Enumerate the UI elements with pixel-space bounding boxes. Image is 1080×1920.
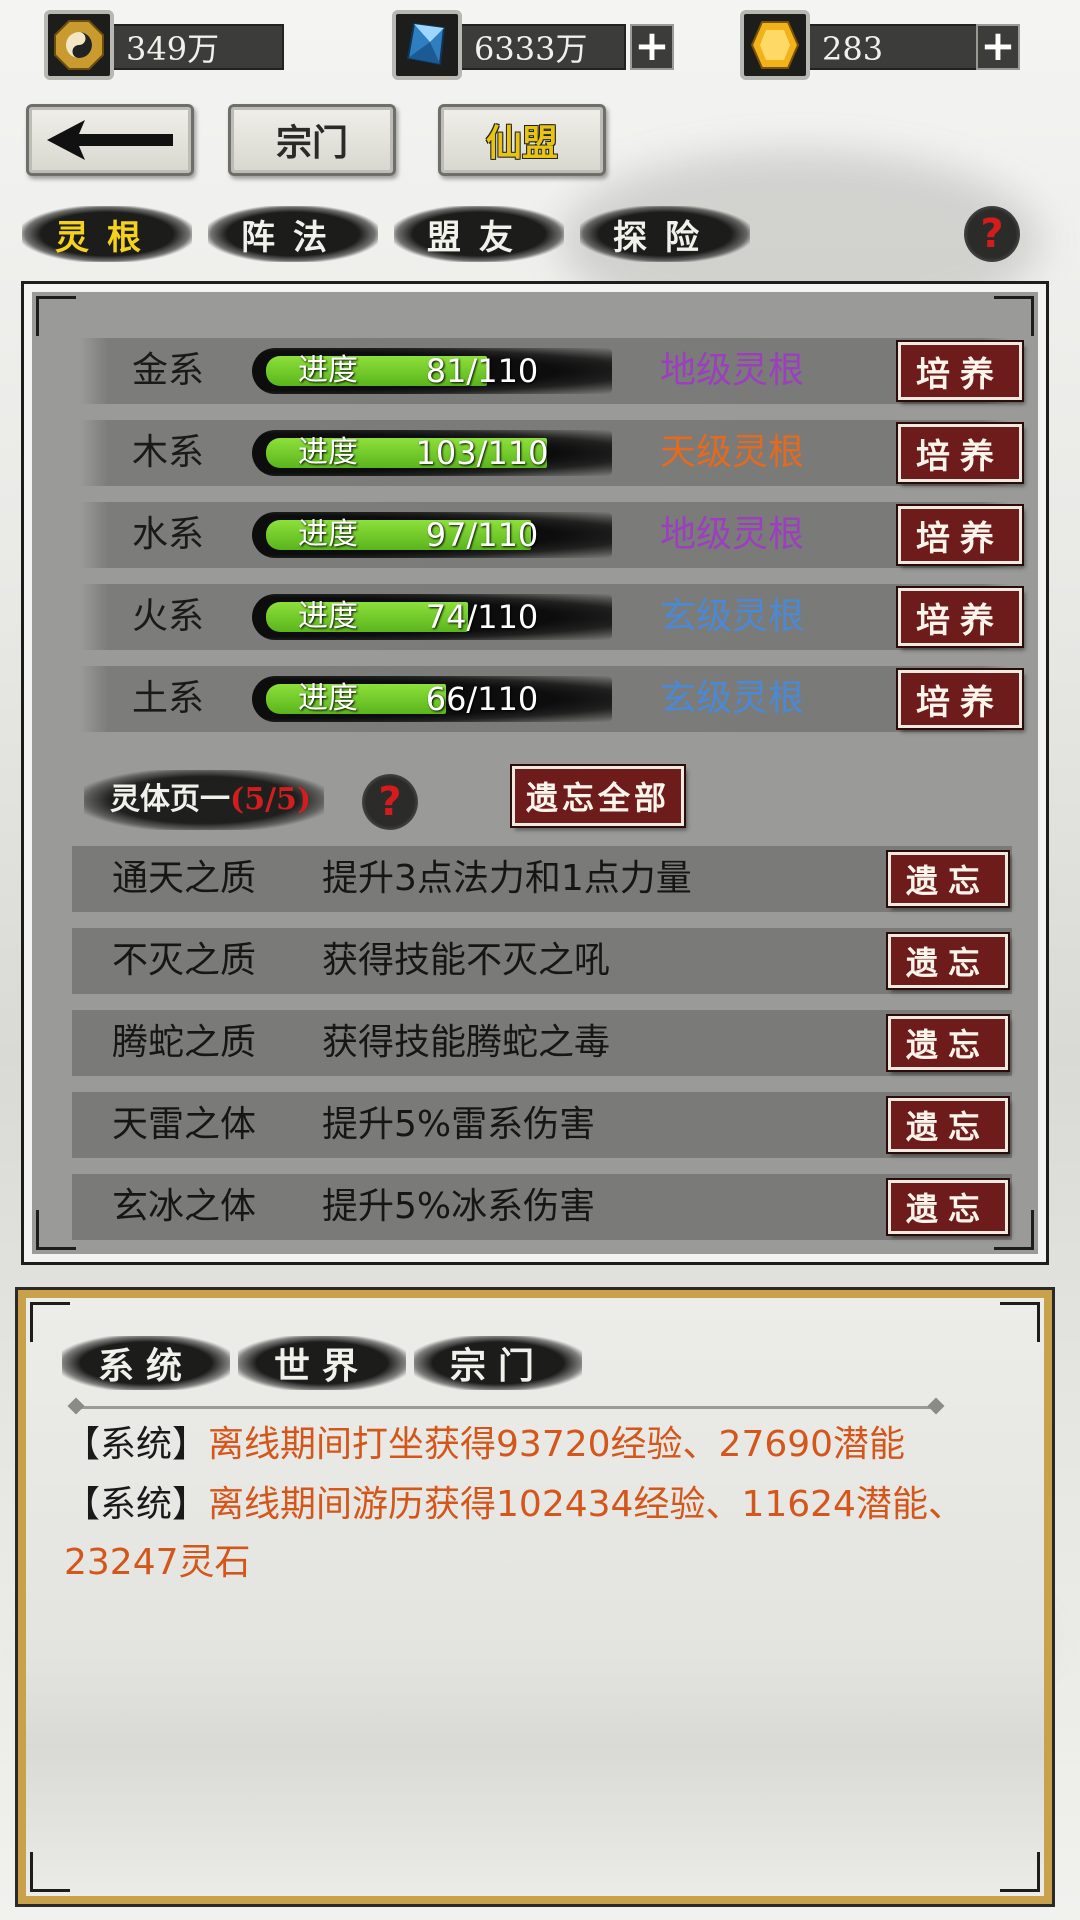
trait-name: 玄冰之体 <box>112 1186 257 1227</box>
tab-system[interactable]: 系统 <box>62 1336 230 1390</box>
cultivate-button[interactable]: 培养 <box>896 340 1024 402</box>
corner-ornament <box>36 296 76 336</box>
spirit-body-title: 灵体页一(5/5) <box>84 770 324 830</box>
corner-ornament <box>1000 1852 1040 1892</box>
tab-allies[interactable]: 盟友 <box>394 206 564 262</box>
spirit-body-count: (5/5) <box>230 782 312 817</box>
corner-ornament <box>36 1210 76 1250</box>
progress-label: 进度 <box>298 681 358 716</box>
trait-desc: 提升5%雷系伤害 <box>322 1104 596 1145</box>
root-progress-bar: 进度 66/110 <box>252 676 612 722</box>
root-grade: 地级灵根 <box>660 514 805 555</box>
tab-sect-chat[interactable]: 宗门 <box>414 1336 582 1390</box>
blue-crystal-icon <box>392 10 462 80</box>
trait-desc: 提升5%冰系伤害 <box>322 1186 596 1227</box>
spirit-root-row-metal: 金系 进度 81/110 地级灵根 培养 <box>80 338 1024 404</box>
spirit-body-page: 灵体页一 <box>110 782 230 817</box>
trait-row: 不灭之质 获得技能不灭之吼 遗忘 <box>72 928 1012 994</box>
root-grade: 玄级灵根 <box>660 596 805 637</box>
progress-value: 81/110 <box>425 352 539 390</box>
root-progress-bar: 进度 74/110 <box>252 594 612 640</box>
message-tag: 【系统】 <box>64 1424 209 1465</box>
tab-formation[interactable]: 阵法 <box>208 206 378 262</box>
resource-crystals: 6333万 + <box>392 10 674 80</box>
root-grade: 天级灵根 <box>660 432 805 473</box>
cultivate-button[interactable]: 培养 <box>896 422 1024 484</box>
cultivate-button[interactable]: 培养 <box>896 586 1024 648</box>
spirit-root-row-fire: 火系 进度 74/110 玄级灵根 培养 <box>80 584 1024 650</box>
root-progress-bar: 进度 97/110 <box>252 512 612 558</box>
chat-panel: 系统 世界 宗门 【系统】离线期间打坐获得93720经验、27690潜能 【系统… <box>15 1287 1055 1907</box>
tab-explore[interactable]: 探险 <box>580 206 750 262</box>
chat-divider <box>76 1406 936 1409</box>
trait-row: 玄冰之体 提升5%冰系伤害 遗忘 <box>72 1174 1012 1240</box>
forget-button[interactable]: 遗忘 <box>886 1178 1010 1236</box>
root-grade: 地级灵根 <box>660 350 805 391</box>
progress-label: 进度 <box>298 353 358 388</box>
trait-desc: 获得技能腾蛇之毒 <box>322 1022 611 1063</box>
progress-value: 97/110 <box>425 516 539 554</box>
chat-message: 【系统】离线期间打坐获得93720经验、27690潜能 <box>64 1416 1014 1474</box>
taiji-coin-icon <box>44 10 114 80</box>
root-progress-bar: 进度 81/110 <box>252 348 612 394</box>
chat-message: 【系统】离线期间游历获得102434经验、11624潜能、23247灵石 <box>64 1476 1014 1592</box>
root-name: 土系 <box>132 678 205 719</box>
trait-row: 通天之质 提升3点法力和1点力量 遗忘 <box>72 846 1012 912</box>
forget-button[interactable]: 遗忘 <box>886 1096 1010 1154</box>
tab-world[interactable]: 世界 <box>238 1336 406 1390</box>
progress-label: 进度 <box>298 517 358 552</box>
root-name: 火系 <box>132 596 205 637</box>
gold-gem-icon <box>740 10 810 80</box>
sect-button[interactable]: 宗门 <box>228 104 396 176</box>
help-icon[interactable]: ? <box>362 774 418 830</box>
trait-name: 不灭之质 <box>112 940 257 981</box>
root-name: 木系 <box>132 432 205 473</box>
trait-row: 腾蛇之质 获得技能腾蛇之毒 遗忘 <box>72 1010 1012 1076</box>
corner-ornament <box>994 296 1034 336</box>
spirit-root-row-earth: 土系 进度 66/110 玄级灵根 培养 <box>80 666 1024 732</box>
message-tag: 【系统】 <box>64 1484 209 1525</box>
add-crystals-button[interactable]: + <box>630 24 674 70</box>
tab-spirit-root[interactable]: 灵根 <box>22 206 192 262</box>
cultivate-button[interactable]: 培养 <box>896 504 1024 566</box>
resource-coins: 349万 <box>44 10 284 80</box>
corner-ornament <box>1000 1302 1040 1342</box>
crystals-value: 6333万 <box>454 24 626 70</box>
progress-value: 66/110 <box>425 680 539 718</box>
root-name: 金系 <box>132 350 205 391</box>
spirit-root-row-wood: 木系 进度 103/110 天级灵根 培养 <box>80 420 1024 486</box>
alliance-button[interactable]: 仙盟 <box>438 104 606 176</box>
trait-name: 通天之质 <box>112 858 257 899</box>
add-gems-button[interactable]: + <box>976 24 1020 70</box>
progress-label: 进度 <box>298 435 358 470</box>
resource-gems: 283 + <box>740 10 1020 80</box>
gems-value: 283 <box>802 24 978 70</box>
help-icon[interactable]: ? <box>964 206 1020 262</box>
progress-value: 74/110 <box>425 598 539 636</box>
trait-name: 天雷之体 <box>112 1104 257 1145</box>
back-arrow-icon <box>47 120 173 160</box>
root-grade: 玄级灵根 <box>660 678 805 719</box>
coins-value: 349万 <box>106 24 284 70</box>
forget-button[interactable]: 遗忘 <box>886 850 1010 908</box>
progress-label: 进度 <box>298 599 358 634</box>
trait-row: 天雷之体 提升5%雷系伤害 遗忘 <box>72 1092 1012 1158</box>
root-name: 水系 <box>132 514 205 555</box>
root-progress-bar: 进度 103/110 <box>252 430 612 476</box>
trait-desc: 提升3点法力和1点力量 <box>322 858 692 899</box>
trait-desc: 获得技能不灭之吼 <box>322 940 611 981</box>
progress-value: 103/110 <box>415 434 549 472</box>
forget-all-button[interactable]: 遗忘全部 <box>510 764 686 828</box>
spirit-root-panel: 金系 进度 81/110 地级灵根 培养 木系 进度 103/110 天级灵根 … <box>21 281 1049 1265</box>
message-text: 离线期间打坐获得93720经验、27690潜能 <box>208 1424 906 1465</box>
cultivate-button[interactable]: 培养 <box>896 668 1024 730</box>
trait-name: 腾蛇之质 <box>112 1022 257 1063</box>
forget-button[interactable]: 遗忘 <box>886 1014 1010 1072</box>
forget-button[interactable]: 遗忘 <box>886 932 1010 990</box>
corner-ornament <box>30 1852 70 1892</box>
back-button[interactable] <box>26 104 194 176</box>
spirit-root-row-water: 水系 进度 97/110 地级灵根 培养 <box>80 502 1024 568</box>
